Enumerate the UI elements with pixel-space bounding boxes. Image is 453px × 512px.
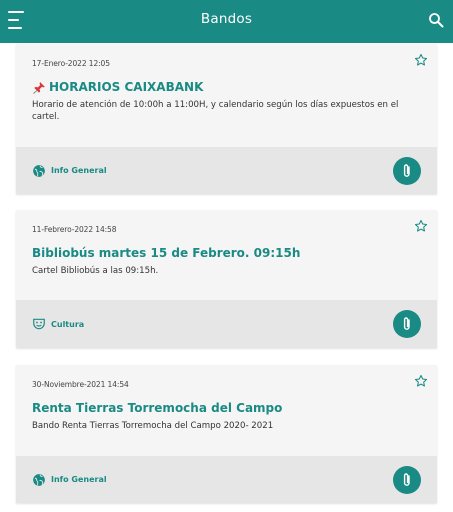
- bando-footer: Info General: [16, 147, 437, 194]
- bando-date: 11-Febrero-2022 14:58: [32, 225, 117, 234]
- star-icon[interactable]: [414, 219, 428, 233]
- paperclip-icon: [403, 472, 410, 486]
- bando-description: Horario de atención de 10:00h a 11:00H, …: [32, 100, 399, 122]
- bando-title-row[interactable]: HORARIOS CAIXABANK: [32, 80, 421, 95]
- bando-title: Renta Tierras Torremocha del Campo: [32, 401, 283, 415]
- bando-card[interactable]: 11-Febrero-2022 14:58 Bibliobús martes 1…: [16, 210, 437, 348]
- app-bar: Bandos: [0, 0, 453, 43]
- globe-icon: [33, 473, 45, 486]
- attachment-button[interactable]: [393, 465, 421, 494]
- bando-title-row[interactable]: Bibliobús martes 15 de Febrero. 09:15h: [32, 246, 421, 261]
- attachment-button[interactable]: [393, 310, 421, 338]
- category-label: Cultura: [51, 319, 85, 329]
- bando-title: Bibliobús martes 15 de Febrero. 09:15h: [32, 246, 301, 260]
- paperclip-icon: [403, 317, 410, 330]
- bando-card[interactable]: 30-Noviembre-2021 14:54 Renta Tierras To…: [16, 365, 437, 503]
- category-label: Info General: [51, 166, 107, 175]
- star-icon[interactable]: [414, 374, 428, 388]
- bando-card[interactable]: 17-Enero-2022 12:05 HORARIOS CAIXABANK H…: [16, 44, 437, 194]
- bando-description: Bando Renta Tierras Torremocha del Campo…: [32, 421, 274, 431]
- theater-mask-icon: [33, 318, 45, 330]
- globe-icon: [33, 164, 45, 177]
- bando-footer: Cultura: [16, 300, 437, 348]
- star-icon[interactable]: [414, 53, 428, 67]
- attachment-button[interactable]: [393, 156, 421, 185]
- bando-title-row[interactable]: Renta Tierras Torremocha del Campo: [32, 401, 421, 416]
- bando-title: HORARIOS CAIXABANK: [49, 80, 204, 94]
- search-icon[interactable]: [428, 12, 444, 28]
- bando-footer: Info General: [16, 456, 437, 503]
- bando-description: Cartel Bibliobús a las 09:15h.: [32, 266, 159, 276]
- category-label: Info General: [51, 475, 107, 484]
- pushpin-icon: [33, 81, 45, 94]
- bando-date: 17-Enero-2022 12:05: [32, 59, 110, 68]
- page-title: Bandos: [200, 11, 253, 27]
- paperclip-icon: [403, 163, 410, 177]
- bando-date: 30-Noviembre-2021 14:54: [32, 380, 129, 389]
